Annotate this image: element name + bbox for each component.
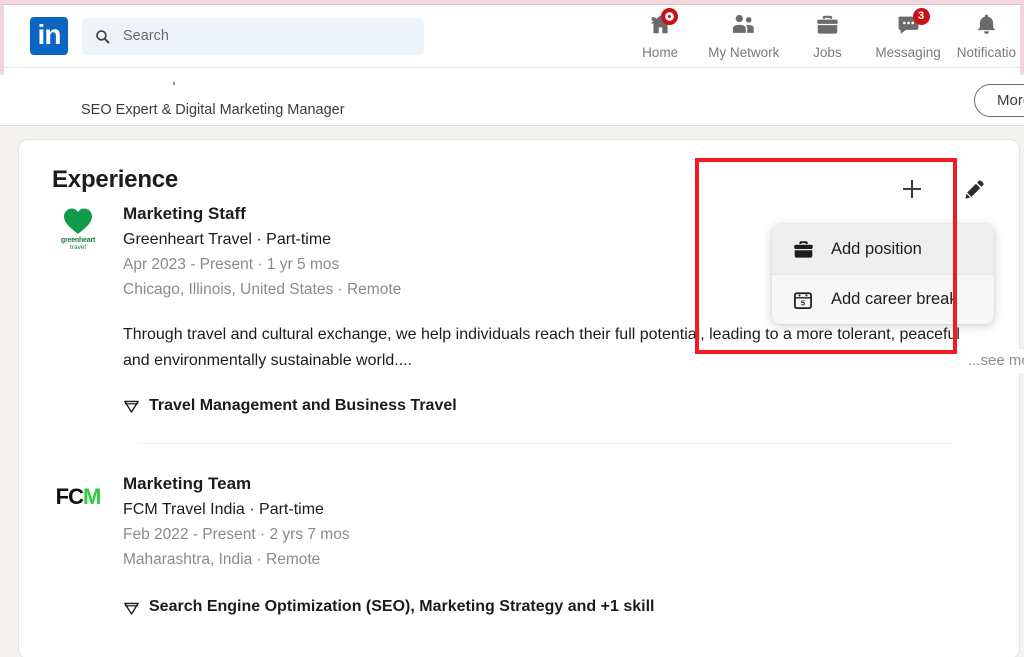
pencil-icon (964, 179, 984, 199)
see-more-link[interactable]: ...see more (961, 349, 1024, 373)
search-icon (96, 29, 110, 43)
nav-item-my-network[interactable]: My Network (700, 10, 787, 66)
add-experience-button[interactable] (895, 172, 929, 206)
entry-company: FCM Travel India · Part-time (123, 500, 324, 518)
dropdown-item-add-position[interactable]: Add position (772, 224, 994, 274)
profile-sticky-bar: SEO Expert & Digital Marketing Manager M… (0, 68, 1024, 126)
profile-bar-dot (173, 82, 175, 85)
entry-skills[interactable]: Search Engine Optimization (SEO), Market… (123, 598, 986, 616)
nav-label-notifications: Notificatio (956, 44, 1016, 60)
home-icon-wrapper (648, 7, 678, 38)
nav-items: Home My Network Jobs 3 Messaging Notific… (620, 5, 1024, 68)
dropdown-label-add-position: Add position (831, 239, 922, 258)
company-logo-greenheart: greenheart travel (52, 202, 104, 415)
briefcase-icon (791, 237, 815, 261)
company-logo-fcm: FCM (52, 472, 104, 616)
nav-label-home: Home (642, 44, 679, 60)
experience-card: Experience Add position 5 Add career bre… (18, 139, 1024, 657)
messaging-badge-count: 3 (912, 7, 930, 25)
page-title: Experience (52, 166, 179, 193)
entry-dates: Feb 2022 - Present · 2 yrs 7 mos (123, 526, 350, 544)
global-navigation-bar: in Home (0, 5, 1024, 68)
nav-item-home[interactable]: Home (620, 7, 700, 66)
entry-skills-text: Travel Management and Business Travel (149, 396, 457, 414)
bell-icon (977, 14, 996, 34)
browser-chrome-right-edge (1020, 0, 1024, 75)
svg-text:5: 5 (801, 298, 806, 307)
skill-gem-icon (124, 602, 139, 615)
entry-role[interactable]: Marketing Team (123, 472, 986, 497)
plus-icon (903, 180, 921, 198)
search-box[interactable] (82, 17, 424, 55)
briefcase-icon (817, 15, 838, 34)
entry-skills[interactable]: Travel Management and Business Travel (123, 397, 986, 415)
dropdown-item-add-career-break[interactable]: 5 Add career break (772, 274, 994, 324)
profile-headline: SEO Expert & Digital Marketing Manager (81, 102, 345, 118)
fcm-logo-text: FCM (55, 476, 102, 510)
greenheart-heart-icon (64, 208, 92, 234)
entry-divider (137, 442, 953, 444)
bell-icon-wrapper (974, 12, 999, 38)
fcm-logo-letters: FCM (55, 483, 102, 509)
nav-label-messaging: Messaging (875, 44, 941, 60)
message-icon-wrapper: 3 (896, 7, 930, 38)
nav-item-notifications[interactable]: Notificatio (949, 10, 1024, 66)
briefcase-icon-wrapper (815, 12, 840, 38)
nav-item-jobs[interactable]: Jobs (787, 10, 867, 66)
browser-chrome-strip (0, 0, 1024, 5)
people-icon (733, 14, 754, 33)
experience-entry: FCM Marketing Team FCM Travel India · Pa… (19, 472, 1019, 616)
dropdown-label-add-career-break: Add career break (831, 290, 958, 308)
home-badge-dot (660, 7, 678, 25)
people-icon-wrapper (731, 12, 756, 38)
nav-item-messaging[interactable]: 3 Messaging (867, 7, 948, 66)
linkedin-logo[interactable]: in (30, 17, 68, 55)
add-experience-dropdown: Add position 5 Add career break (772, 224, 994, 324)
calendar-icon: 5 (791, 288, 815, 312)
entry-role[interactable]: Marketing Staff (123, 202, 986, 227)
edit-experience-button[interactable] (957, 172, 991, 206)
experience-header: Experience Add position 5 Add career bre… (19, 140, 1019, 324)
search-input[interactable] (123, 28, 412, 44)
entry-skills-text: Search Engine Optimization (SEO), Market… (149, 598, 655, 616)
browser-chrome-left-edge (0, 0, 4, 75)
nav-label-my-network: My Network (708, 44, 780, 60)
entry-location: Maharashtra, India · Remote (123, 551, 321, 569)
greenheart-logo-line2: travel (70, 244, 86, 251)
nav-label-jobs: Jobs (813, 44, 842, 60)
entry-description: Through travel and cultural exchange, we… (123, 322, 1024, 373)
profile-more-button[interactable]: More (974, 84, 1024, 117)
skill-gem-icon (124, 401, 139, 414)
greenheart-logo-line1: greenheart (60, 237, 96, 244)
entry-description-text: Through travel and cultural exchange, we… (123, 326, 960, 369)
